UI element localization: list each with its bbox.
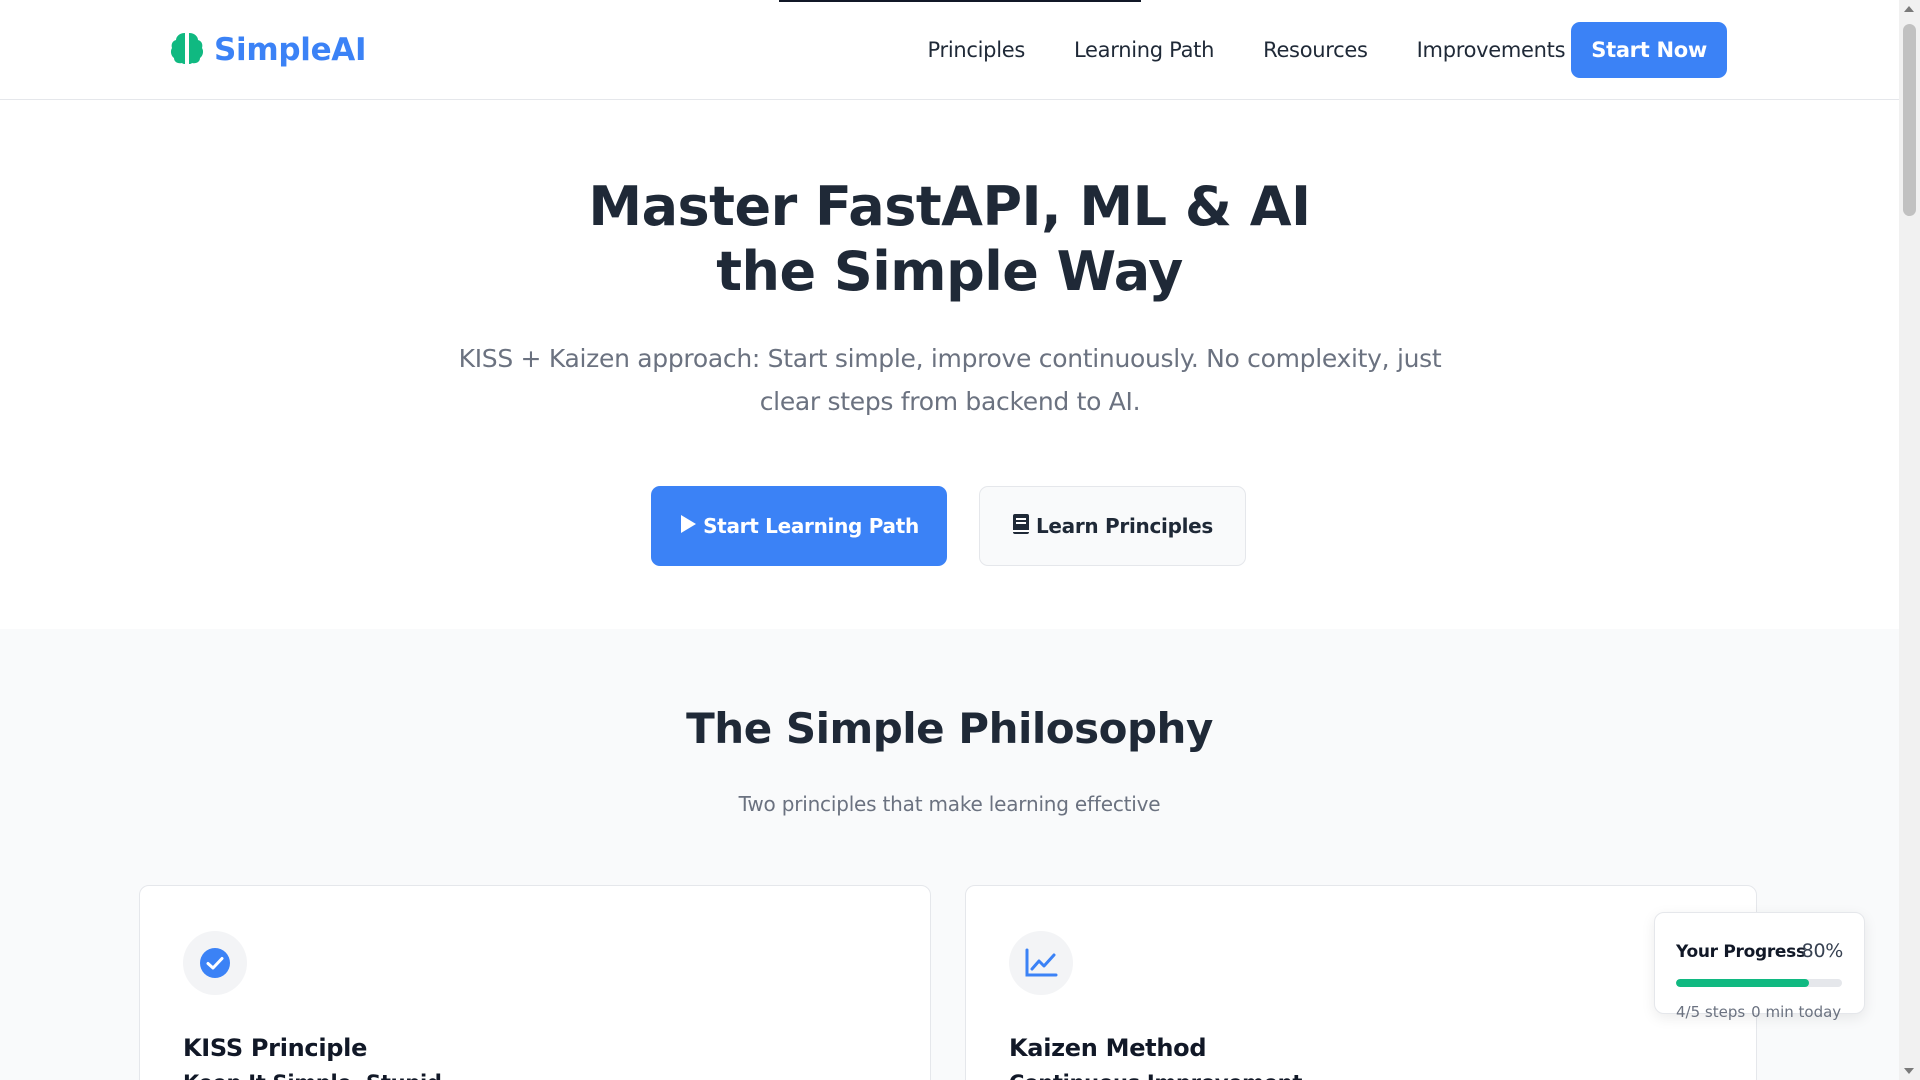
play-icon [679, 514, 697, 539]
start-now-button[interactable]: Start Now [1571, 22, 1727, 78]
hero-title-line-2: the Simple Way [716, 240, 1183, 303]
scroll-up-arrow-icon[interactable] [1904, 6, 1914, 12]
hero-title: Master FastAPI, ML & AI the Simple Way [0, 174, 1899, 304]
nav-link-improvements[interactable]: Improvements [1417, 38, 1566, 62]
progress-bar-fill [1676, 979, 1809, 987]
progress-percent: 80% [1801, 940, 1844, 962]
kaizen-method-card: Kaizen Method Continuous Improvement [965, 885, 1757, 1080]
progress-title: Your Progress [1676, 942, 1806, 962]
brain-icon [170, 30, 204, 70]
philosophy-subtitle: Two principles that make learning effect… [738, 792, 1161, 816]
kiss-principle-card: KISS Principle Keep It Simple, Stupid [139, 885, 931, 1080]
site-header: SimpleAI Principles Learning Path Resour… [0, 0, 1899, 100]
start-learning-path-button[interactable]: Start Learning Path [651, 486, 947, 566]
learn-principles-button[interactable]: Learn Principles [979, 486, 1246, 566]
brand-logo[interactable]: SimpleAI [170, 30, 367, 70]
hero-actions: Start Learning Path Learn Principles [651, 486, 1246, 566]
page-scrollbar[interactable] [1899, 0, 1920, 1080]
kaizen-card-title: Kaizen Method [1009, 1034, 1207, 1062]
philosophy-title: The Simple Philosophy [686, 704, 1213, 753]
progress-steps: 4/5 steps [1676, 1003, 1746, 1021]
main-nav: Principles Learning Path Resources Impro… [928, 22, 1727, 78]
nav-link-learning-path[interactable]: Learning Path [1074, 38, 1214, 62]
hero-title-line-1: Master FastAPI, ML & AI [588, 175, 1311, 238]
nav-link-principles[interactable]: Principles [928, 38, 1026, 62]
brand-name: SimpleAI [214, 32, 367, 68]
learn-principles-label: Learn Principles [1035, 514, 1214, 538]
scroll-down-arrow-icon[interactable] [1904, 1068, 1914, 1074]
kaizen-card-subtitle: Continuous Improvement [1009, 1071, 1302, 1080]
check-circle-icon [183, 931, 247, 995]
kiss-card-title: KISS Principle [183, 1034, 368, 1062]
nav-link-resources[interactable]: Resources [1263, 38, 1368, 62]
progress-meta: 4/5 steps 0 min today [1676, 1003, 1841, 1021]
chart-line-icon [1009, 931, 1073, 995]
progress-bar [1676, 979, 1842, 987]
top-loading-indicator [779, 0, 1141, 2]
progress-widget[interactable]: Your Progress 80% 4/5 steps 0 min today [1654, 912, 1865, 1021]
scrollbar-thumb[interactable] [1903, 24, 1916, 216]
kiss-card-subtitle: Keep It Simple, Stupid [183, 1071, 442, 1080]
book-icon [1012, 513, 1030, 540]
page-viewport: SimpleAI Principles Learning Path Resour… [0, 0, 1899, 1080]
progress-time-today: 0 min today [1751, 1003, 1842, 1021]
hero-subtitle: KISS + Kaizen approach: Start simple, im… [458, 344, 1442, 416]
start-learning-path-label: Start Learning Path [703, 514, 919, 538]
philosophy-section: The Simple Philosophy Two principles tha… [0, 629, 1899, 1080]
